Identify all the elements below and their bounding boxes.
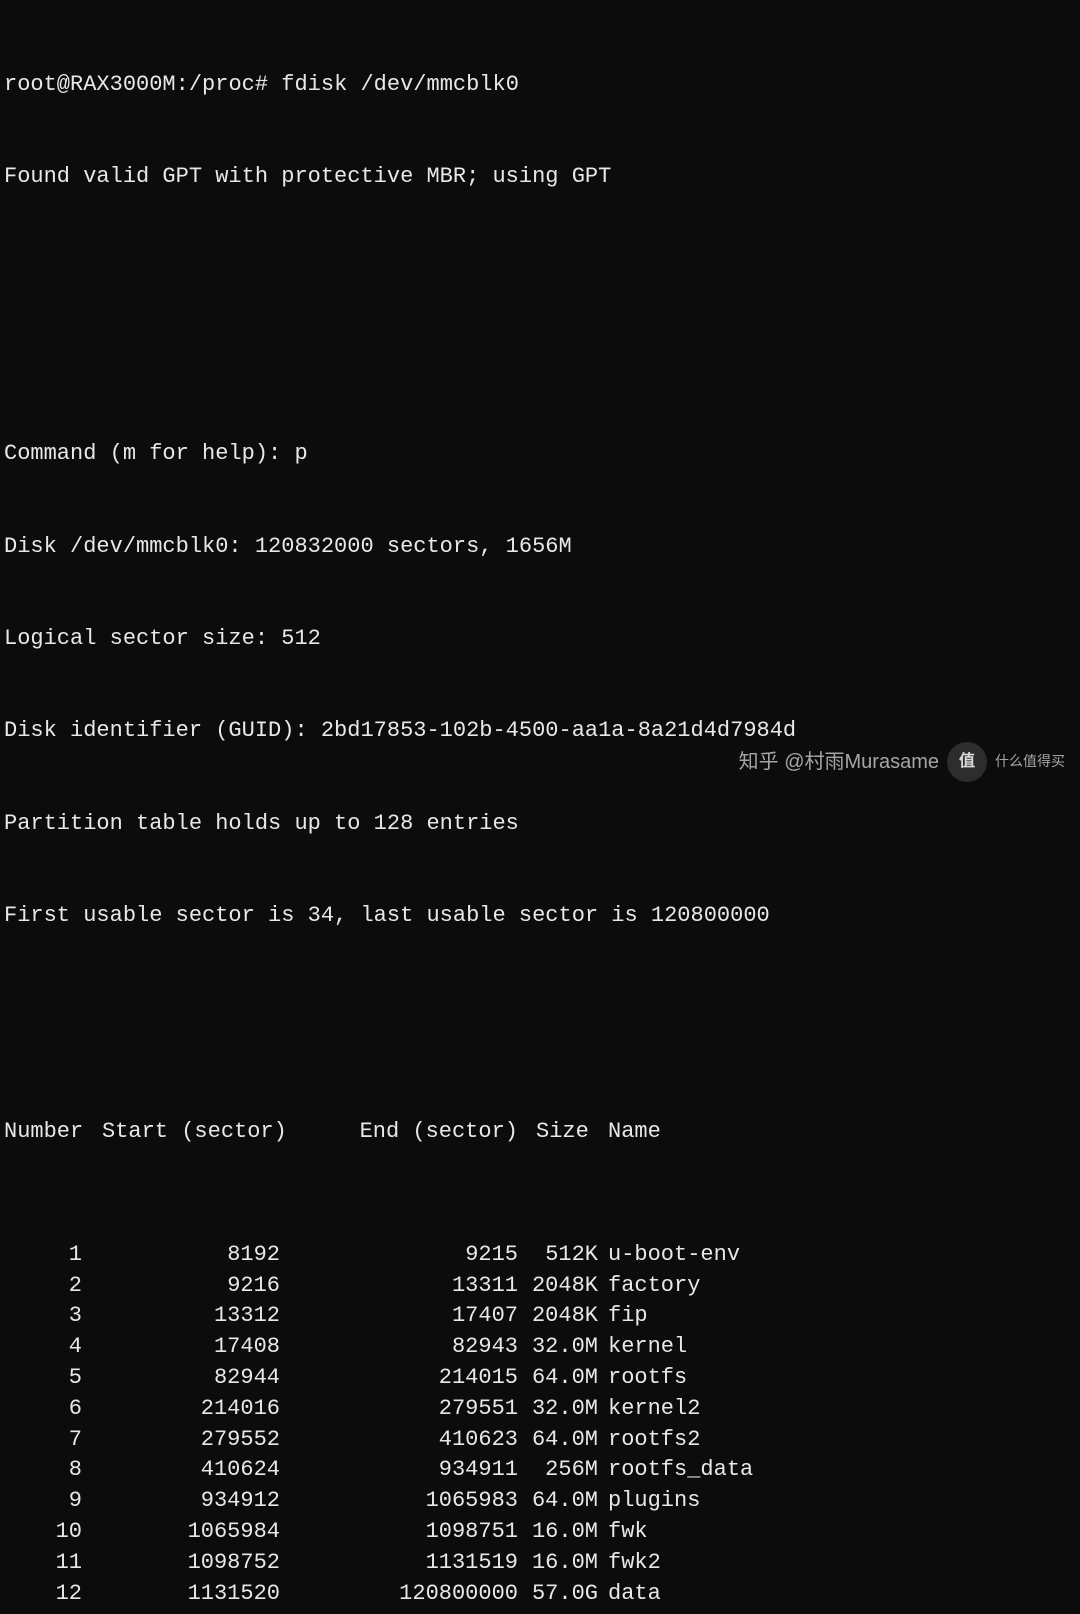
cell-number: 3 (4, 1301, 82, 1332)
cell-number: 1 (4, 1240, 82, 1271)
cell-name: fip (598, 1301, 648, 1332)
table-row: 101065984109875116.0Mfwk (4, 1517, 1076, 1548)
cell-size: 16.0M (518, 1517, 598, 1548)
cell-end: 1131519 (280, 1548, 518, 1579)
partition-table-header: Number Start (sector) End (sector) Size … (4, 1117, 1076, 1148)
cell-end: 120800000 (280, 1579, 518, 1610)
cell-end: 9215 (280, 1240, 518, 1271)
cell-size: 64.0M (518, 1363, 598, 1394)
header-size: Size (518, 1117, 598, 1148)
prompt-symbol: # (255, 70, 268, 101)
cell-name: rootfs_data (598, 1455, 753, 1486)
watermark: 知乎 @村雨Murasame 值 什么值得买 (739, 742, 1065, 782)
cell-size: 256M (518, 1455, 598, 1486)
fdisk-command-input: p (294, 441, 307, 466)
cell-number: 6 (4, 1394, 82, 1425)
output-gpt: Found valid GPT with protective MBR; usi… (4, 162, 1076, 193)
cell-start: 8192 (82, 1240, 280, 1271)
cell-name: kernel2 (598, 1394, 700, 1425)
cell-size: 16.0M (518, 1548, 598, 1579)
cell-number: 7 (4, 1425, 82, 1456)
cell-name: plugins (598, 1486, 700, 1517)
fdisk-command-prompt: Command (m for help): p (4, 439, 1076, 470)
cell-number: 4 (4, 1332, 82, 1363)
cell-name: fwk (598, 1517, 648, 1548)
usable-sectors-info: First usable sector is 34, last usable s… (4, 901, 1076, 932)
cell-start: 934912 (82, 1486, 280, 1517)
cell-size: 32.0M (518, 1332, 598, 1363)
cell-name: fwk2 (598, 1548, 661, 1579)
watermark-logo-icon: 值 (947, 742, 987, 782)
cell-size: 32.0M (518, 1394, 598, 1425)
cell-start: 82944 (82, 1363, 280, 1394)
cell-end: 279551 (280, 1394, 518, 1425)
cell-number: 10 (4, 1517, 82, 1548)
terminal-output[interactable]: root@RAX3000M:/proc# fdisk /dev/mmcblk0 … (4, 8, 1076, 1614)
cell-end: 934911 (280, 1455, 518, 1486)
cell-start: 1098752 (82, 1548, 280, 1579)
cell-number: 8 (4, 1455, 82, 1486)
cell-start: 279552 (82, 1425, 280, 1456)
table-row: 181929215512Ku-boot-env (4, 1240, 1076, 1271)
cell-name: kernel (598, 1332, 687, 1363)
table-row: 621401627955132.0Mkernel2 (4, 1394, 1076, 1425)
header-number: Number (4, 1117, 86, 1148)
table-row: 111098752113151916.0Mfwk2 (4, 1548, 1076, 1579)
table-row: 727955241062364.0Mrootfs2 (4, 1425, 1076, 1456)
partition-table-body: 181929215512Ku-boot-env29216133112048Kfa… (4, 1240, 1076, 1610)
watermark-subtext: 什么值得买 (995, 752, 1065, 772)
blank-line (4, 347, 1076, 378)
partition-entries-info: Partition table holds up to 128 entries (4, 809, 1076, 840)
header-name: Name (598, 1117, 661, 1148)
cell-start: 214016 (82, 1394, 280, 1425)
cell-size: 57.0G (518, 1579, 598, 1610)
cell-number: 9 (4, 1486, 82, 1517)
table-row: 8410624934911 256Mrootfs_data (4, 1455, 1076, 1486)
cell-start: 9216 (82, 1271, 280, 1302)
blank-line (4, 994, 1076, 1025)
cell-end: 17407 (280, 1301, 518, 1332)
shell-prompt-line: root@RAX3000M:/proc# fdisk /dev/mmcblk0 (4, 70, 1076, 101)
prompt-cwd: /proc (189, 70, 255, 101)
cell-size: 512K (518, 1240, 598, 1271)
cell-number: 2 (4, 1271, 82, 1302)
table-row: 12113152012080000057.0Gdata (4, 1579, 1076, 1610)
cell-name: u-boot-env (598, 1240, 740, 1271)
cell-name: data (598, 1579, 661, 1610)
cell-number: 5 (4, 1363, 82, 1394)
cell-start: 17408 (82, 1332, 280, 1363)
blank-line (4, 254, 1076, 285)
table-row: 9934912106598364.0Mplugins (4, 1486, 1076, 1517)
disk-info: Disk /dev/mmcblk0: 120832000 sectors, 16… (4, 532, 1076, 563)
cell-start: 1131520 (82, 1579, 280, 1610)
watermark-text: 知乎 @村雨Murasame (739, 748, 939, 776)
cell-end: 13311 (280, 1271, 518, 1302)
prompt-user-host: root@RAX3000M (4, 70, 176, 101)
cell-end: 410623 (280, 1425, 518, 1456)
cell-start: 1065984 (82, 1517, 280, 1548)
cell-size: 2048K (518, 1271, 598, 1302)
cell-end: 82943 (280, 1332, 518, 1363)
cell-start: 410624 (82, 1455, 280, 1486)
logical-sector-info: Logical sector size: 512 (4, 624, 1076, 655)
cell-size: 64.0M (518, 1425, 598, 1456)
header-start: Start (sector) (86, 1117, 280, 1148)
cell-name: rootfs2 (598, 1425, 700, 1456)
cell-name: factory (598, 1271, 700, 1302)
cell-end: 1098751 (280, 1517, 518, 1548)
table-row: 4174088294332.0Mkernel (4, 1332, 1076, 1363)
cell-end: 1065983 (280, 1486, 518, 1517)
table-row: 58294421401564.0Mrootfs (4, 1363, 1076, 1394)
cell-start: 13312 (82, 1301, 280, 1332)
cell-name: rootfs (598, 1363, 687, 1394)
cell-size: 2048K (518, 1301, 598, 1332)
table-row: 313312174072048Kfip (4, 1301, 1076, 1332)
cell-number: 12 (4, 1579, 82, 1610)
cell-size: 64.0M (518, 1486, 598, 1517)
cell-end: 214015 (280, 1363, 518, 1394)
table-row: 29216133112048Kfactory (4, 1271, 1076, 1302)
cell-number: 11 (4, 1548, 82, 1579)
header-end: End (sector) (280, 1117, 518, 1148)
command-text: fdisk /dev/mmcblk0 (281, 70, 519, 101)
